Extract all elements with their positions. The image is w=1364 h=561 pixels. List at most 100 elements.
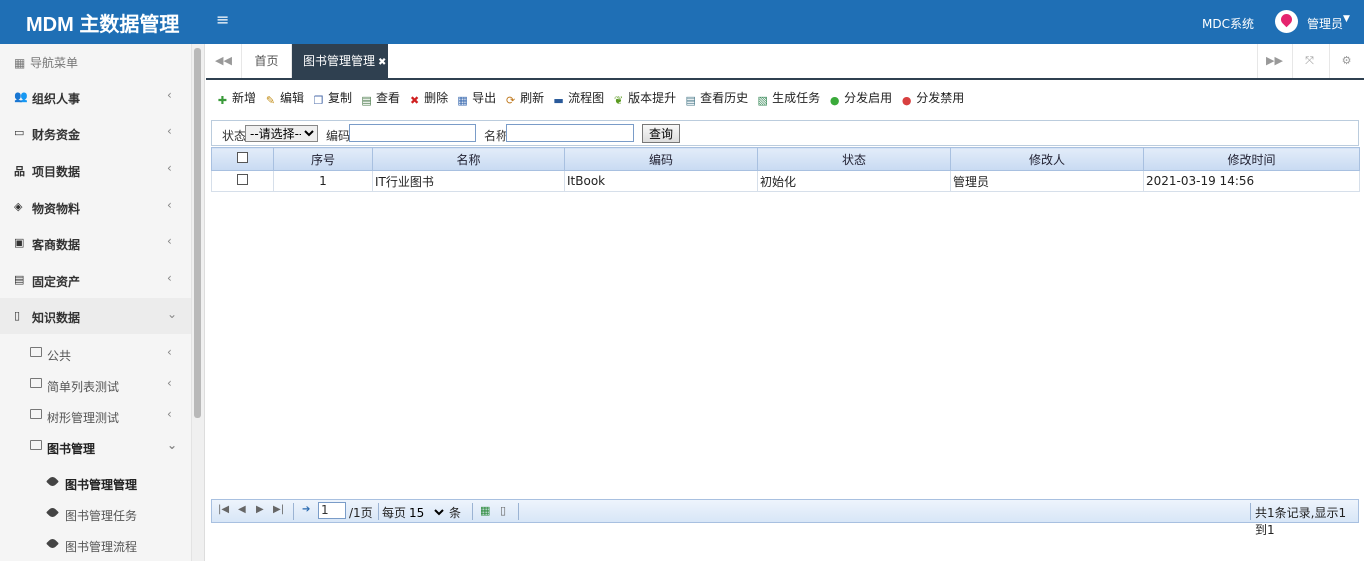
delete-icon: ✖ xyxy=(409,94,420,107)
toolbar-button-label: 删除 xyxy=(424,91,449,105)
sidebar-item-assets[interactable]: ▤ 固定资产 ‹ xyxy=(0,262,191,298)
select-all-checkbox-cell[interactable] xyxy=(211,147,274,171)
copy-button[interactable]: ❐ 复制 xyxy=(312,89,352,107)
tab-scroll-right-icon[interactable]: ▶▶ xyxy=(1257,44,1291,78)
chevron-left-icon: ‹ xyxy=(167,124,172,138)
view-icon: ▤ xyxy=(361,94,372,107)
code-label: 编码 xyxy=(326,129,351,143)
delete-button[interactable]: ✖ 删除 xyxy=(408,89,448,107)
refresh-button[interactable]: ⟳ 刷新 xyxy=(504,89,544,107)
fullscreen-icon[interactable]: ⤧ xyxy=(1292,44,1326,78)
leaf-icon xyxy=(46,506,59,519)
per-page-select[interactable]: 15 xyxy=(405,504,447,521)
sidebar-item-project[interactable]: 品项目数据 ‹ xyxy=(0,152,191,188)
history-icon: ▤ xyxy=(685,94,696,107)
avatar[interactable] xyxy=(1275,10,1298,33)
sidebar-leaf-book-task[interactable]: 图书管理任务 xyxy=(0,499,191,529)
sidebar-subitem-books[interactable]: 图书管理 ⌄ xyxy=(0,432,191,462)
per-page-unit: 条 xyxy=(449,506,462,520)
sidebar-subitem-label: 树形管理测试 xyxy=(47,411,120,425)
export-button[interactable]: ▦ 导出 xyxy=(456,89,496,107)
upgrade-button[interactable]: ❦ 版本提升 xyxy=(612,89,676,107)
row-checkbox[interactable] xyxy=(237,174,248,185)
per-page-label: 每页 xyxy=(382,506,407,520)
excel-export-icon[interactable]: ▦ xyxy=(480,504,490,517)
enable-button[interactable]: ● 分发启用 xyxy=(828,89,892,107)
sidebar-item-material[interactable]: ◈ 物资物料 ‹ xyxy=(0,189,191,225)
close-icon[interactable]: ✖ xyxy=(378,57,386,68)
sidebar-item-label: 物资物料 xyxy=(32,202,81,216)
menu-toggle-icon[interactable]: ≡ xyxy=(216,12,229,28)
tab-scroll-left-icon[interactable]: ◀◀ xyxy=(206,44,242,78)
last-page-icon[interactable]: ▶| xyxy=(273,504,284,515)
sidebar-subitem-tree[interactable]: 树形管理测试 ‹ xyxy=(0,401,191,431)
next-page-icon[interactable]: ▶ xyxy=(256,504,264,515)
sidebar-item-label: 知识数据 xyxy=(32,311,81,325)
cell-status: 初始化 xyxy=(757,170,951,192)
document-icon[interactable]: ▯ xyxy=(500,504,506,517)
disable-icon: ● xyxy=(901,94,912,107)
tab-bar: ◀◀ 首页 图书管理管理 ✖ ▶▶ ⤧ ⚙ xyxy=(206,44,1364,80)
go-page-icon[interactable]: ➔ xyxy=(302,504,310,515)
main-content: ✚ 新增 ✎ 编辑 ❐ 复制 ▤ 查看 ✖ 删除 ▦ 导出 ⟳ 刷新 ▬ 流程图 ❦ 版本提升 ▤ 查看历史 ▧ 生成任务… xyxy=(206,80,1364,561)
add-icon: ✚ xyxy=(217,94,228,107)
grid-icon: ▦ xyxy=(14,56,26,70)
sidebar-header-label: 导航菜单 xyxy=(30,56,79,70)
page-number-input[interactable]: 1 xyxy=(318,502,346,519)
folder-icon xyxy=(30,409,42,419)
users-icon: 👥 xyxy=(14,90,28,103)
gear-icon[interactable]: ⚙ xyxy=(1329,44,1363,78)
sidebar-item-knowledge[interactable]: ▯ 知识数据 ⌄ xyxy=(0,298,191,334)
column-header[interactable]: 名称 xyxy=(372,147,565,171)
view-button[interactable]: ▤ 查看 xyxy=(360,89,400,107)
query-button[interactable]: 查询 xyxy=(642,124,681,143)
column-header[interactable]: 修改时间 xyxy=(1143,147,1360,171)
column-header[interactable]: 序号 xyxy=(273,147,373,171)
tab-book-manage[interactable]: 图书管理管理 ✖ xyxy=(292,44,388,78)
first-page-icon[interactable]: |◀ xyxy=(218,504,229,515)
sidebar-leaf-book-flow[interactable]: 图书管理流程 xyxy=(0,530,191,560)
toolbar-button-label: 复制 xyxy=(328,91,353,105)
edit-button[interactable]: ✎ 编辑 xyxy=(264,89,304,107)
caret-down-icon[interactable]: ▼ xyxy=(1343,14,1350,24)
sidebar-item-label: 组织人事 xyxy=(32,92,81,106)
flowchart-button[interactable]: ▬ 流程图 xyxy=(552,89,604,107)
sidebar-leaf-book-manage[interactable]: 图书管理管理 xyxy=(0,468,191,498)
task-button[interactable]: ▧ 生成任务 xyxy=(756,89,820,107)
data-grid: 序号 名称 编码 状态 修改人 修改时间 1 IT行业图书 ItBook 初始化… xyxy=(211,147,1360,192)
column-header[interactable]: 状态 xyxy=(757,147,951,171)
table-row[interactable]: 1 IT行业图书 ItBook 初始化 管理员 2021-03-19 14:56 xyxy=(211,170,1360,192)
cell-modified-time: 2021-03-19 14:56 xyxy=(1143,170,1360,192)
status-select[interactable]: --请选择-- xyxy=(245,125,318,142)
name-input[interactable] xyxy=(506,124,634,142)
toolbar-button-label: 刷新 xyxy=(520,91,545,105)
column-header[interactable]: 编码 xyxy=(564,147,758,171)
sidebar-leaf-label: 图书管理流程 xyxy=(65,540,138,554)
disable-button[interactable]: ● 分发禁用 xyxy=(900,89,964,107)
toolbar-button-label: 分发禁用 xyxy=(916,91,965,105)
sidebar-item-finance[interactable]: ▭ 财务资金 ‹ xyxy=(0,115,191,151)
sidebar-subitem-public[interactable]: 公共 ‹ xyxy=(0,339,191,369)
tab-home[interactable]: 首页 xyxy=(242,44,292,78)
sidebar-subitem-simple-list[interactable]: 简单列表测试 ‹ xyxy=(0,370,191,400)
sidebar-item-org[interactable]: 👥 组织人事 ‹ xyxy=(0,79,191,115)
sidebar-item-label: 固定资产 xyxy=(32,275,81,289)
cubes-icon: ◈ xyxy=(14,200,23,213)
system-link[interactable]: MDC系统 xyxy=(1202,15,1254,32)
sidebar-leaf-label: 图书管理管理 xyxy=(65,478,138,492)
upgrade-icon: ❦ xyxy=(614,94,624,107)
select-all-checkbox[interactable] xyxy=(237,152,248,163)
code-input[interactable] xyxy=(349,124,476,142)
user-name[interactable]: 管理员 xyxy=(1307,15,1343,32)
add-button[interactable]: ✚ 新增 xyxy=(216,89,256,107)
column-header[interactable]: 修改人 xyxy=(950,147,1144,171)
sidebar-item-merchant[interactable]: ▣ 客商数据 ‹ xyxy=(0,225,191,261)
tab-label: 图书管理管理 xyxy=(303,54,376,68)
prev-page-icon[interactable]: ◀ xyxy=(238,504,246,515)
app-title: MDM 主数据管理 xyxy=(26,14,180,36)
row-checkbox-cell[interactable] xyxy=(211,170,274,192)
sitemap-icon: 品 xyxy=(14,165,25,178)
history-button[interactable]: ▤ 查看历史 xyxy=(684,89,748,107)
sidebar-scrollbar[interactable] xyxy=(194,48,201,418)
chevron-left-icon: ‹ xyxy=(167,234,172,248)
